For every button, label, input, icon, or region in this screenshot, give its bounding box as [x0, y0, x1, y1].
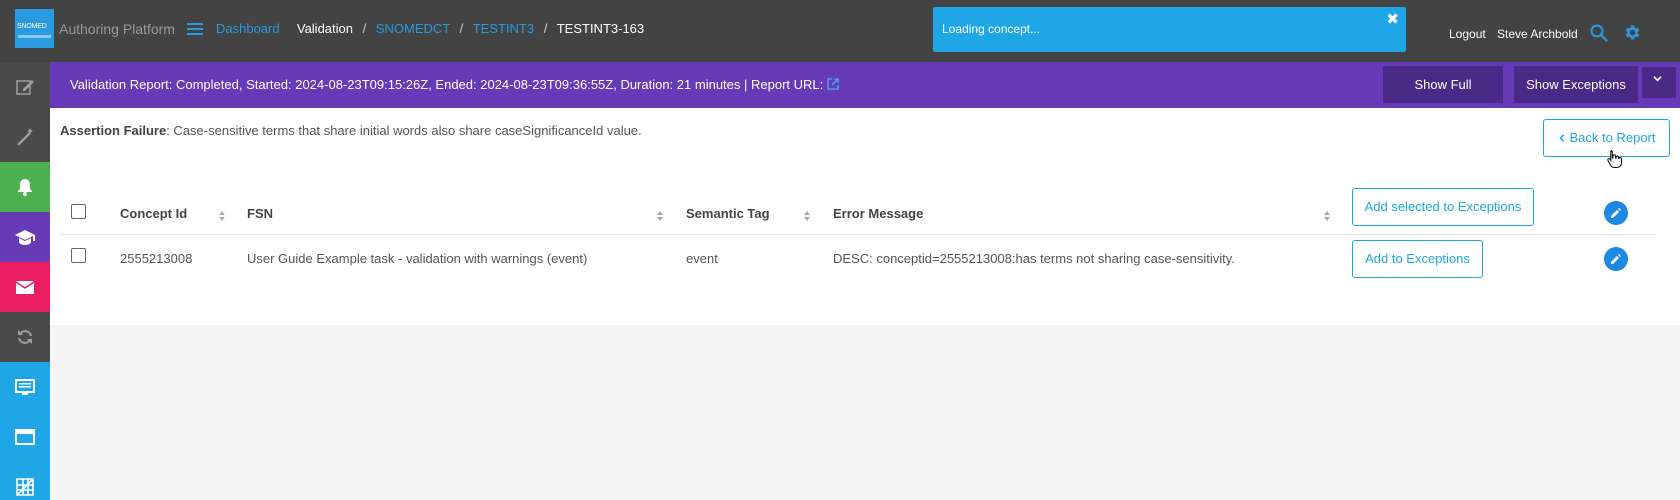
add-to-exceptions-button[interactable]: Add to Exceptions: [1352, 240, 1483, 278]
assertion-label: Assertion Failure: [60, 123, 167, 138]
sidebar-item-messages[interactable]: [0, 262, 50, 312]
breadcrumb-task: TESTINT3-163: [556, 21, 645, 36]
username: Steve Archbold: [1497, 27, 1578, 41]
bulk-edit-button[interactable]: [1604, 201, 1628, 225]
show-full-report-button[interactable]: Show Full Report: [1383, 66, 1503, 129]
pencil-icon: [1611, 208, 1621, 218]
sort-icon[interactable]: [218, 210, 226, 222]
monitor-icon: [15, 379, 35, 395]
logo-text: SNOMED: [17, 23, 47, 30]
sidebar-item-edit[interactable]: [0, 62, 50, 112]
magic-wand-icon: [17, 128, 33, 146]
sidebar-item-training[interactable]: [0, 212, 50, 262]
sidebar-item-notifications[interactable]: [0, 162, 50, 212]
breadcrumb-codesystem[interactable]: SNOMEDCT: [376, 21, 450, 36]
pencil-icon: [1611, 254, 1621, 264]
breadcrumb-validation: Validation: [296, 21, 353, 36]
breadcrumb: Dashboard Validation / SNOMEDCT / TESTIN…: [216, 21, 644, 36]
sort-icon[interactable]: [803, 210, 811, 222]
search-icon[interactable]: [1590, 24, 1608, 42]
logout-link[interactable]: Logout: [1449, 27, 1486, 41]
bell-icon: [18, 179, 32, 196]
top-bar: SNOMED Authoring Platform Dashboard Vali…: [0, 0, 1680, 62]
table-header-divider: [60, 234, 1656, 235]
banner-toggle[interactable]: [1642, 67, 1676, 98]
breadcrumb-project[interactable]: TESTINT3: [473, 21, 534, 36]
fsn-cell: User Guide Example task - validation wit…: [247, 251, 588, 266]
hand-pointer-icon: [1607, 150, 1622, 168]
breadcrumb-separator: /: [362, 21, 367, 36]
sidebar: [0, 62, 50, 500]
validation-summary: Validation Report: Completed, Started: 2…: [70, 77, 839, 92]
app-title: Authoring Platform: [59, 21, 175, 37]
logo-subline: [18, 35, 51, 38]
main-content: Assertion Failure: Case-sensitive terms …: [50, 108, 1680, 325]
breadcrumb-separator: /: [459, 21, 464, 36]
assertion-text: : Case-sensitive terms that share initia…: [166, 123, 642, 138]
gear-icon[interactable]: [1623, 23, 1642, 42]
column-header-error-message[interactable]: Error Message: [833, 206, 923, 221]
edit-icon: [16, 80, 34, 95]
select-all-checkbox[interactable]: [71, 204, 86, 219]
sidebar-item-sync[interactable]: [0, 312, 50, 362]
browser-window-icon: [15, 429, 35, 445]
column-header-semantic-tag[interactable]: Semantic Tag: [686, 206, 770, 221]
breadcrumb-separator: /: [543, 21, 548, 36]
sidebar-item-wand[interactable]: [0, 112, 50, 162]
grid-icon: [16, 478, 34, 496]
concept-id-cell: 2555213008: [120, 251, 193, 266]
column-header-fsn[interactable]: FSN: [247, 206, 273, 221]
breadcrumb-dashboard[interactable]: Dashboard: [216, 21, 280, 36]
chevron-down-icon: [1653, 76, 1662, 82]
sidebar-item-grid[interactable]: [0, 462, 50, 500]
sidebar-item-desktop[interactable]: [0, 362, 50, 412]
sort-icon[interactable]: [656, 210, 664, 222]
envelope-icon: [15, 281, 35, 294]
loading-toast: Loading concept... ✖: [933, 7, 1406, 52]
chevron-left-icon: [1558, 134, 1564, 142]
validation-summary-text: Validation Report: Completed, Started: 2…: [70, 77, 824, 92]
row-checkbox[interactable]: [71, 248, 86, 263]
edit-concept-button[interactable]: [1604, 247, 1628, 271]
external-link-icon[interactable]: [827, 78, 839, 90]
sync-icon: [18, 330, 32, 344]
snomed-logo[interactable]: SNOMED: [15, 9, 54, 48]
semantic-tag-cell: event: [686, 251, 718, 266]
add-selected-to-exceptions-button[interactable]: Add selected to Exceptions: [1352, 188, 1534, 226]
close-icon[interactable]: ✖: [1386, 10, 1399, 28]
toast-message: Loading concept...: [942, 22, 1041, 36]
column-header-concept-id[interactable]: Concept Id: [120, 206, 187, 221]
sidebar-item-window[interactable]: [0, 412, 50, 462]
menu-icon[interactable]: [187, 21, 203, 37]
sort-icon[interactable]: [1323, 210, 1331, 222]
graduation-cap-icon: [15, 230, 35, 245]
assertion-failure: Assertion Failure: Case-sensitive terms …: [60, 123, 642, 138]
validation-banner: Validation Report: Completed, Started: 2…: [50, 62, 1680, 129]
show-exceptions-button[interactable]: Show Exceptions: [1514, 66, 1638, 103]
error-message-cell: DESC: conceptid=2555213008:has terms not…: [833, 251, 1235, 266]
back-to-report-label: Back to Report: [1569, 130, 1656, 145]
